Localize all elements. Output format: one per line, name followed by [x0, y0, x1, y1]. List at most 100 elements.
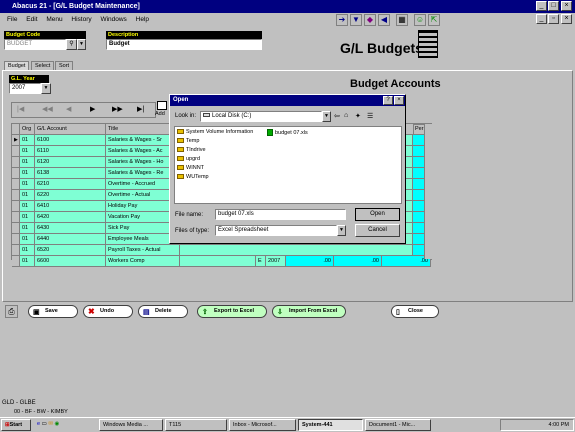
cancel-button[interactable]: Cancel — [355, 224, 400, 237]
menu-help[interactable]: Help — [136, 16, 149, 23]
account-cell[interactable]: 6210 — [35, 179, 106, 190]
media-icon[interactable]: ◉ — [54, 421, 59, 427]
add-record-icon[interactable] — [157, 101, 167, 110]
exit-icon[interactable]: ⇱ — [428, 14, 440, 26]
org-cell[interactable]: 01 — [20, 179, 35, 190]
undo-button[interactable]: ✖ Undo — [83, 305, 133, 318]
import-from-excel-button[interactable]: ⇩ Import From Excel — [272, 305, 346, 318]
org-cell[interactable]: 01 — [20, 168, 35, 179]
arrow-down-icon[interactable]: ▼ — [350, 14, 362, 26]
account-cell[interactable]: 6410 — [35, 201, 106, 212]
org-cell[interactable]: 01 — [20, 245, 35, 256]
arrow-right-icon[interactable]: ➔ — [336, 14, 348, 26]
row-selector[interactable] — [12, 190, 20, 201]
type-cell[interactable]: E — [256, 256, 266, 267]
account-cell[interactable]: 6100 — [35, 135, 106, 146]
title-cell[interactable]: Workers Comp — [106, 256, 180, 267]
filler-cell[interactable] — [180, 256, 256, 267]
row-selector[interactable] — [12, 223, 20, 234]
row-selector[interactable] — [12, 234, 20, 245]
arrow-left-icon[interactable]: ◀ — [378, 14, 390, 26]
file-type-chevron-icon[interactable]: ▼ — [337, 225, 346, 236]
calculator-icon[interactable]: ▦ — [396, 14, 408, 26]
org-cell[interactable]: 01 — [20, 256, 35, 267]
row-selector[interactable] — [12, 201, 20, 212]
save-button[interactable]: ▣ Save — [28, 305, 78, 318]
table-row[interactable]: 01 6520 Payroll Taxes - Actual — [12, 245, 431, 256]
up-folder-icon[interactable]: ⌂ — [344, 112, 348, 119]
new-folder-icon[interactable]: ✦ — [355, 112, 361, 120]
org-cell[interactable]: 01 — [20, 212, 35, 223]
menu-file[interactable]: File — [7, 16, 17, 23]
next-page-icon[interactable]: ▶▶ — [112, 105, 123, 113]
task-windows-media[interactable]: Windows Media ... — [99, 419, 163, 431]
first-record-icon[interactable]: |◀ — [17, 105, 24, 113]
row-selector[interactable] — [12, 245, 20, 256]
org-cell[interactable]: 01 — [20, 157, 35, 168]
task-t115[interactable]: T115 — [165, 419, 227, 431]
row-selector[interactable] — [12, 179, 20, 190]
row-selector[interactable] — [12, 256, 20, 267]
folder-item[interactable]: System Volume Information — [177, 129, 253, 136]
view-menu-icon[interactable]: ☰ — [367, 112, 373, 120]
gl-year-field[interactable]: 2007 — [9, 83, 41, 94]
start-button[interactable]: ⊞Start — [1, 419, 31, 431]
tab-select[interactable]: Select — [31, 61, 55, 70]
account-cell[interactable]: 6138 — [35, 168, 106, 179]
look-in-dropdown[interactable]: Local Disk (C:) — [200, 111, 322, 122]
desktop-icon[interactable]: ▭ — [42, 421, 47, 427]
org-cell[interactable]: 01 — [20, 146, 35, 157]
org-cell[interactable]: 01 — [20, 201, 35, 212]
year-cell[interactable]: 2007 — [266, 256, 286, 267]
close-window-button[interactable]: × — [561, 1, 572, 11]
diamond-icon[interactable]: ◆ — [364, 14, 376, 26]
folder-item[interactable]: upgrd — [177, 156, 253, 163]
table-row[interactable]: 01 6600 Workers Comp E 2007.00.00.00 — [12, 256, 431, 267]
account-cell[interactable]: 6120 — [35, 157, 106, 168]
child-close-button[interactable]: × — [561, 14, 572, 24]
file-name-input[interactable]: budget 07.xls — [215, 209, 346, 220]
account-cell[interactable]: 6440 — [35, 234, 106, 245]
task-system-441[interactable]: System-441 — [298, 419, 363, 431]
org-cell[interactable]: 01 — [20, 234, 35, 245]
menu-edit[interactable]: Edit — [26, 16, 37, 23]
search-icon[interactable]: ⚲ — [66, 39, 77, 50]
account-cell[interactable]: 6420 — [35, 212, 106, 223]
print-icon[interactable]: ⎙ — [5, 305, 18, 318]
filler-cell[interactable] — [180, 245, 413, 256]
gl-year-dropdown-icon[interactable]: ▼ — [41, 83, 51, 94]
delete-button[interactable]: ▤ Delete — [138, 305, 188, 318]
folder-item[interactable]: Tlndrive — [177, 147, 253, 154]
chevron-down-icon[interactable]: ▼ — [77, 39, 86, 50]
folder-item[interactable]: WINNT — [177, 165, 253, 172]
prev-page-icon[interactable]: ◀◀ — [42, 105, 53, 113]
minimize-button[interactable]: _ — [536, 1, 547, 11]
row-selector[interactable]: ▶ — [12, 135, 20, 146]
org-cell[interactable]: 01 — [20, 223, 35, 234]
menu-menu[interactable]: Menu — [46, 16, 62, 23]
export-to-excel-button[interactable]: ⇪ Export to Excel — [197, 305, 267, 318]
menu-history[interactable]: History — [71, 16, 91, 23]
account-cell[interactable]: 6430 — [35, 223, 106, 234]
account-cell[interactable]: 6110 — [35, 146, 106, 157]
ie-icon[interactable]: e — [37, 421, 40, 427]
file-list[interactable]: System Volume Information Temp Tlndrive upg… — [174, 126, 402, 204]
amount-cell[interactable]: .00 — [286, 256, 334, 267]
menu-windows[interactable]: Windows — [100, 16, 126, 23]
outlook-icon[interactable]: ✉ — [48, 421, 53, 427]
open-button[interactable]: Open — [355, 208, 400, 221]
file-item[interactable]: budget 07.xls — [267, 129, 308, 137]
folder-item[interactable]: Temp — [177, 138, 253, 145]
child-restore-button[interactable]: ▫ — [548, 14, 559, 24]
back-icon[interactable]: ⇦ — [334, 112, 340, 120]
next-record-icon[interactable]: ▶ — [90, 105, 95, 113]
maximize-button[interactable]: □ — [548, 1, 559, 11]
amount-cell[interactable]: .00 — [334, 256, 382, 267]
tab-budget[interactable]: Budget — [4, 61, 30, 70]
account-cell[interactable]: 6600 — [35, 256, 106, 267]
dialog-close-icon[interactable]: × — [394, 96, 404, 105]
row-selector[interactable] — [12, 168, 20, 179]
tab-sort[interactable]: Sort — [55, 61, 74, 70]
child-minimize-button[interactable]: _ — [536, 14, 547, 24]
budget-code-field[interactable]: BUDGET — [4, 39, 66, 50]
